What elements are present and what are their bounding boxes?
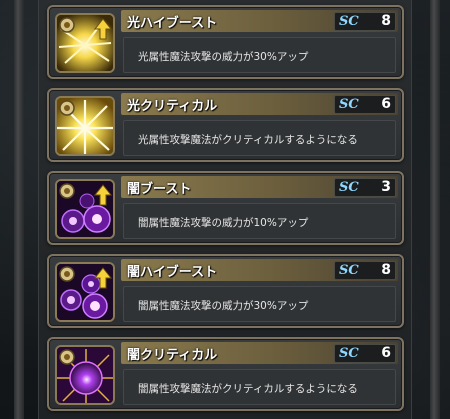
skill-name: 闇クリティカル xyxy=(127,348,218,363)
sc-value: 6 xyxy=(381,345,391,361)
sc-cost-badge: SC 8 xyxy=(334,261,396,280)
description-box: 闇属性攻撃魔法がクリティカルするようになる xyxy=(123,369,396,405)
light-critical-icon xyxy=(55,96,115,156)
skill-card-dark-high-boost[interactable]: 闇ハイブースト SC 8 闇属性魔法攻撃の威力が30%アップ xyxy=(47,254,404,328)
skill-name: 闇ハイブースト xyxy=(127,265,218,280)
skill-description: 闇属性魔法攻撃の威力が30%アップ xyxy=(138,300,309,312)
dark-boost-icon xyxy=(55,179,115,239)
skill-description: 光属性攻撃魔法がクリティカルするようになる xyxy=(138,134,358,146)
left-frame-rail xyxy=(14,0,24,419)
skill-card-light-critical[interactable]: 光クリティカル SC 6 光属性攻撃魔法がクリティカルするようになる xyxy=(47,88,404,162)
description-box: 闇属性魔法攻撃の威力が10%アップ xyxy=(123,203,396,239)
description-box: 光属性攻撃魔法がクリティカルするようになる xyxy=(123,120,396,156)
description-box: 闇属性魔法攻撃の威力が30%アップ xyxy=(123,286,396,322)
sc-label: SC xyxy=(339,263,359,278)
skill-name: 光ハイブースト xyxy=(127,16,218,31)
sc-cost-badge: SC 3 xyxy=(334,178,396,197)
sc-label: SC xyxy=(339,14,359,29)
skill-card-dark-boost[interactable]: 闇ブースト SC 3 闇属性魔法攻撃の威力が10%アップ xyxy=(47,171,404,245)
sc-cost-badge: SC 6 xyxy=(334,344,396,363)
right-frame-rail xyxy=(430,0,440,419)
light-high-boost-icon xyxy=(55,13,115,73)
skill-name: 闇ブースト xyxy=(127,182,192,197)
skill-card-dark-critical[interactable]: 闇クリティカル SC 6 闇属性攻撃魔法がクリティカルするようになる xyxy=(47,337,404,411)
skill-description: 闇属性魔法攻撃の威力が10%アップ xyxy=(138,217,309,229)
sc-label: SC xyxy=(339,97,359,112)
sc-cost-badge: SC 8 xyxy=(334,12,396,31)
sc-value: 3 xyxy=(381,179,391,195)
description-box: 光属性魔法攻撃の威力が30%アップ xyxy=(123,37,396,73)
sc-cost-badge: SC 6 xyxy=(334,95,396,114)
sc-value: 8 xyxy=(381,262,391,278)
sc-value: 6 xyxy=(381,96,391,112)
skill-card-light-high-boost[interactable]: 光ハイブースト SC 8 光属性魔法攻撃の威力が30%アップ xyxy=(47,5,404,79)
skill-name: 光クリティカル xyxy=(127,99,218,114)
dark-critical-icon xyxy=(55,345,115,405)
dark-high-boost-icon xyxy=(55,262,115,322)
sc-label: SC xyxy=(339,346,359,361)
sc-value: 8 xyxy=(381,13,391,29)
skill-description: 闇属性攻撃魔法がクリティカルするようになる xyxy=(138,383,358,395)
sc-label: SC xyxy=(339,180,359,195)
skill-description: 光属性魔法攻撃の威力が30%アップ xyxy=(138,51,309,63)
